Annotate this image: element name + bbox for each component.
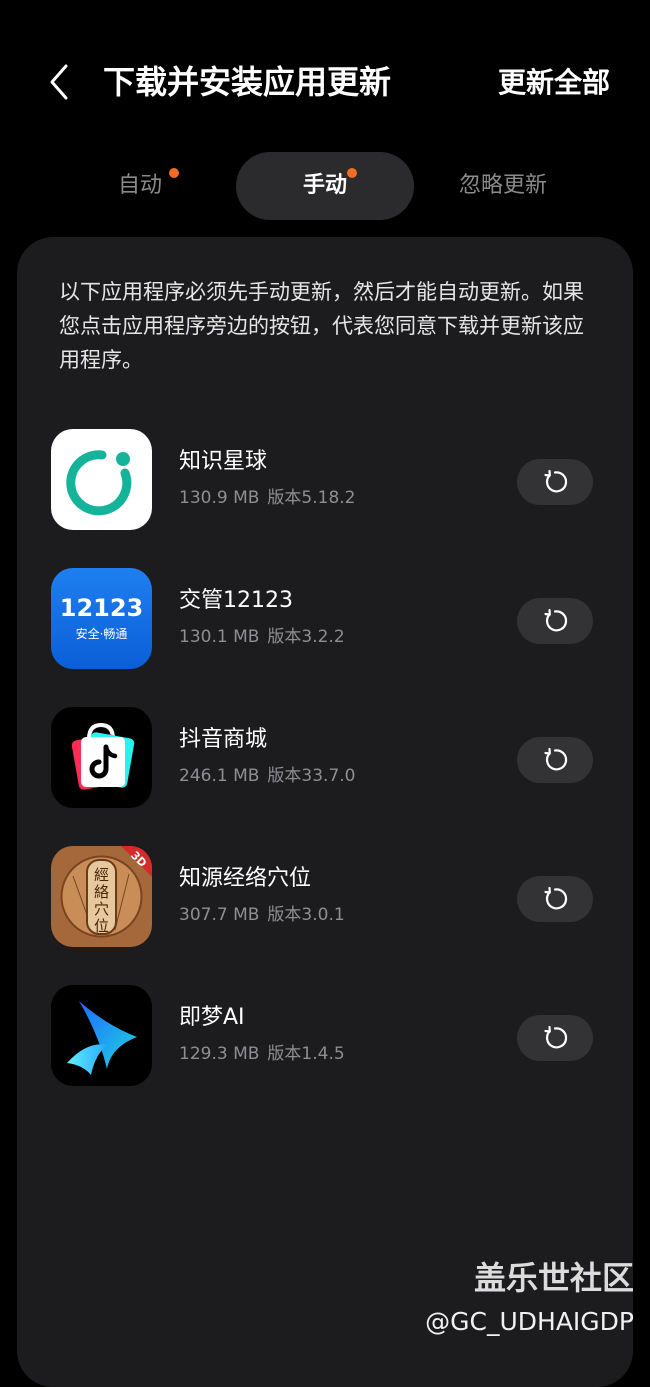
tab-ignore-updates[interactable]: 忽略更新 (442, 152, 564, 220)
svg-text:絡: 絡 (94, 883, 109, 901)
app-size: 246.1 MB (179, 766, 260, 786)
watermark: 盖乐世社区 @GC_UDHAIGDP (425, 1256, 634, 1340)
app-version: 版本33.7.0 (267, 766, 356, 786)
refresh-icon (544, 469, 568, 493)
app-name: 即梦AI (179, 1005, 245, 1030)
app-name: 交管12123 (179, 588, 293, 613)
manual-update-card: 以下应用程序必须先手动更新，然后才能自动更新。如果您点击应用程序旁边的按钮，代表… (17, 237, 633, 1387)
chevron-left-icon (50, 64, 68, 100)
app-meta: 129.3 MB 版本1.4.5 (179, 1041, 345, 1067)
tab-auto-label: 自动 (117, 173, 162, 198)
app-size: 130.1 MB (179, 627, 260, 647)
app-row: 抖音商城 246.1 MB 版本33.7.0 (17, 705, 633, 809)
update-app-button[interactable] (517, 598, 593, 644)
tab-manual-label: 手动 (302, 173, 347, 198)
app-meta: 307.7 MB 版本3.0.1 (179, 902, 345, 928)
tab-ignore-label: 忽略更新 (458, 173, 547, 198)
app-meta: 130.9 MB 版本5.18.2 (179, 485, 355, 511)
page-title: 下载并安装应用更新 (103, 63, 392, 101)
jiaoguan-12123-icon: 12123 安全·畅通 (51, 568, 152, 669)
update-all-button[interactable]: 更新全部 (498, 62, 610, 104)
tab-bar: 自动 手动 忽略更新 (0, 152, 650, 222)
notification-dot (347, 168, 357, 178)
zsxq-icon (51, 429, 152, 530)
app-row: 即梦AI 129.3 MB 版本1.4.5 (17, 983, 633, 1087)
back-button[interactable] (40, 58, 84, 106)
douyin-mall-icon (51, 707, 152, 808)
app-size: 130.9 MB (179, 488, 260, 508)
app-name: 知源经络穴位 (179, 866, 312, 891)
watermark-user: @GC_UDHAIGDP (425, 1307, 634, 1336)
jimeng-ai-icon (51, 985, 152, 1086)
app-version: 版本1.4.5 (267, 1044, 345, 1064)
icon-text: 經 (94, 866, 109, 884)
app-row: 12123 安全·畅通 交管12123 130.1 MB 版本3.2.2 (17, 566, 633, 670)
app-meta: 246.1 MB 版本33.7.0 (179, 763, 355, 789)
app-row: 知识星球 130.9 MB 版本5.18.2 (17, 427, 633, 531)
notification-dot (169, 168, 179, 178)
app-meta: 130.1 MB 版本3.2.2 (179, 624, 345, 650)
app-row: 經 絡 穴 位 3D 知源经络穴位 307.7 MB 版本3.0.1 (17, 844, 633, 948)
update-app-button[interactable] (517, 737, 593, 783)
refresh-icon (544, 608, 568, 632)
app-version: 版本3.2.2 (267, 627, 345, 647)
app-name: 知识星球 (179, 449, 268, 474)
app-version: 版本5.18.2 (267, 488, 356, 508)
svg-text:穴: 穴 (94, 900, 109, 918)
tab-auto[interactable]: 自动 (90, 152, 190, 220)
update-app-button[interactable] (517, 459, 593, 505)
watermark-brand: 盖乐世社区 (473, 1259, 634, 1297)
app-size: 129.3 MB (179, 1044, 260, 1064)
zhiyuan-acupoint-icon: 經 絡 穴 位 3D (51, 846, 152, 947)
app-size: 307.7 MB (179, 905, 260, 925)
refresh-icon (544, 886, 568, 910)
app-version: 版本3.0.1 (267, 905, 345, 925)
refresh-icon (544, 1025, 568, 1049)
tab-manual[interactable]: 手动 (236, 152, 414, 220)
app-name: 抖音商城 (179, 727, 268, 752)
update-app-button[interactable] (517, 876, 593, 922)
icon-text: 12123 (60, 594, 144, 622)
header: 下载并安装应用更新 更新全部 (0, 0, 650, 160)
svg-text:位: 位 (94, 917, 109, 935)
update-app-button[interactable] (517, 1015, 593, 1061)
refresh-icon (544, 747, 568, 771)
icon-subtext: 安全·畅通 (76, 626, 128, 641)
manual-update-notice: 以下应用程序必须先手动更新，然后才能自动更新。如果您点击应用程序旁边的按钮，代表… (59, 280, 584, 372)
